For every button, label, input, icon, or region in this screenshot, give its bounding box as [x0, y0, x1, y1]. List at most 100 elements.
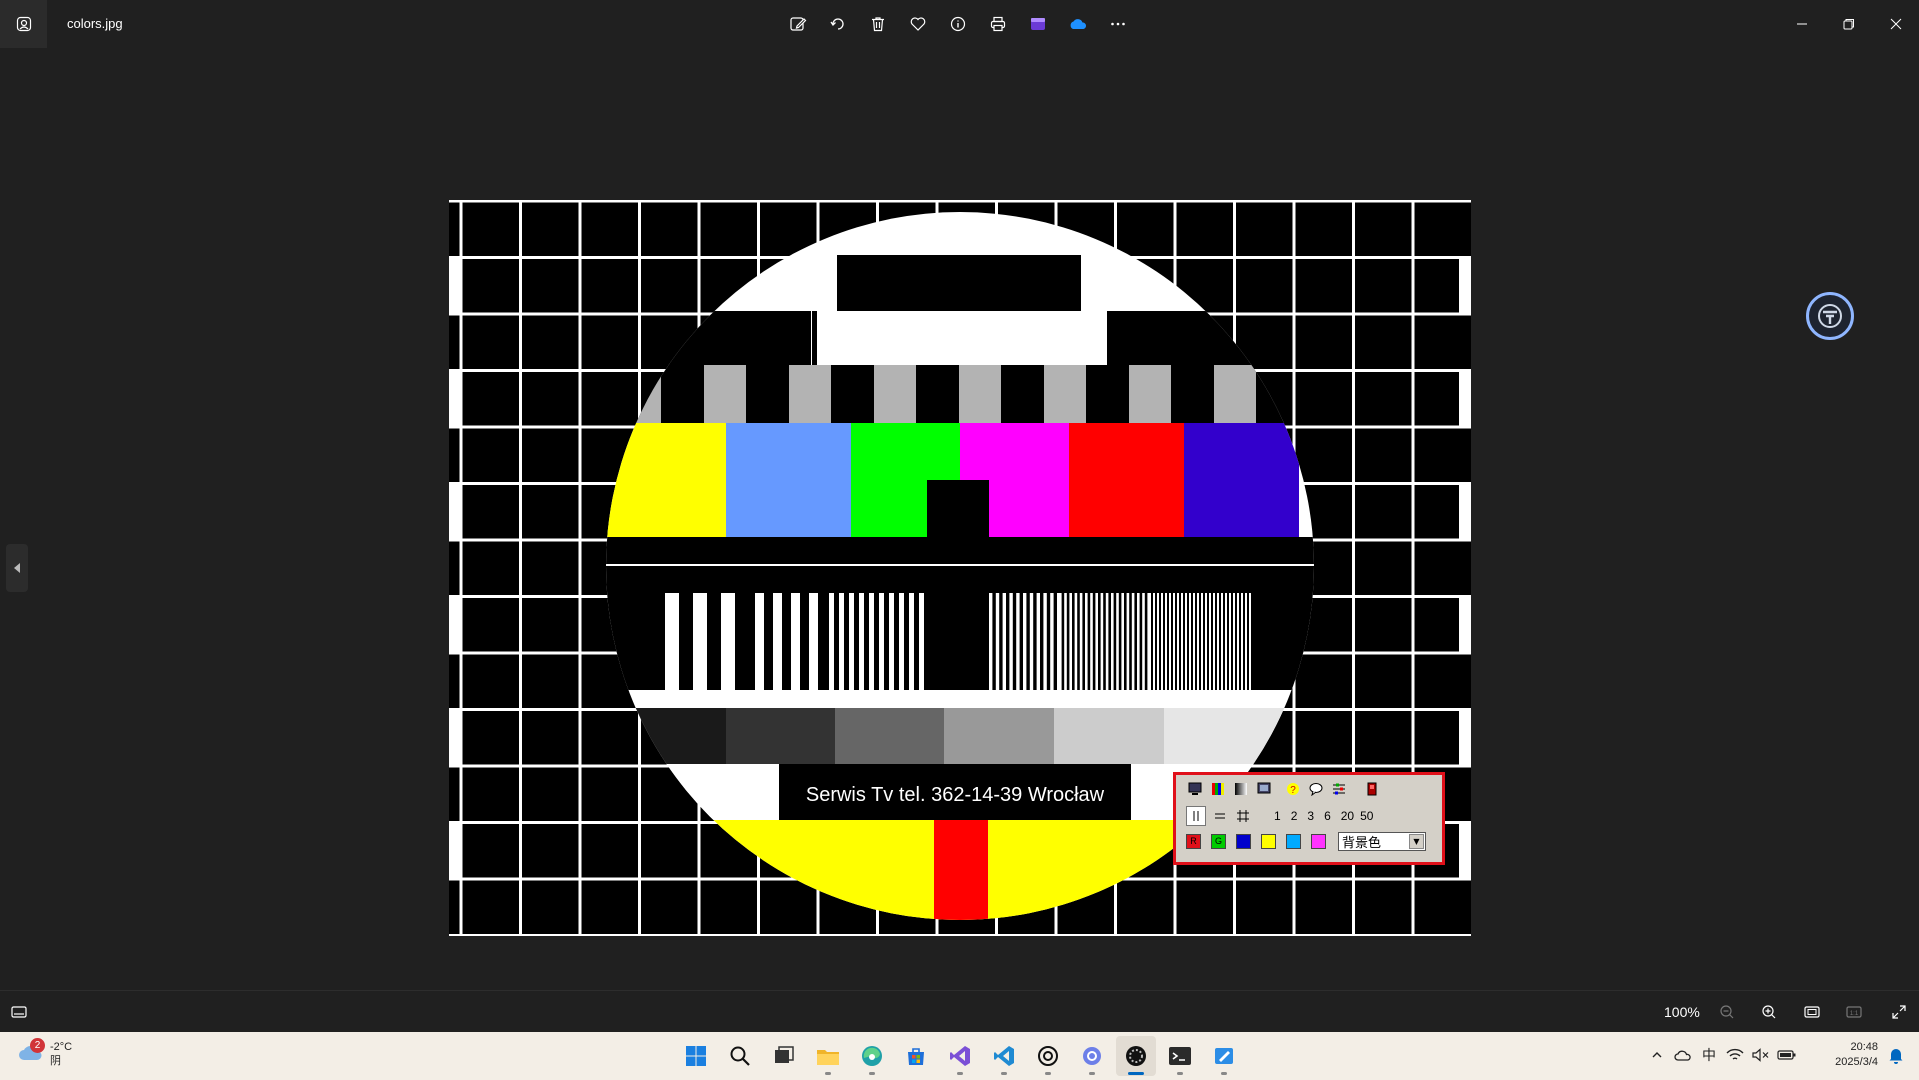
more-icon[interactable]: [1100, 6, 1136, 42]
zoom-in-icon[interactable]: [1757, 1000, 1781, 1024]
grating-line: [1064, 593, 1067, 708]
system-clock[interactable]: 20:48 2025/3/4: [1824, 1040, 1878, 1070]
wifi-icon[interactable]: [1724, 1044, 1746, 1066]
grating-line: [1221, 593, 1223, 708]
microsoft-store-icon[interactable]: [896, 1036, 936, 1076]
vertical-lines-icon[interactable]: [1186, 806, 1206, 826]
gradient-icon[interactable]: [1232, 780, 1250, 798]
info-icon[interactable]: [940, 6, 976, 42]
show-hidden-icons-chevron-icon[interactable]: [1646, 1044, 1668, 1066]
horizontal-lines-icon[interactable]: [1211, 807, 1229, 825]
grating-line: [1059, 593, 1062, 708]
grating-line: [1177, 593, 1179, 708]
swatch-magenta[interactable]: [1311, 833, 1326, 849]
background-color-select[interactable]: 背景色 ▼: [1338, 831, 1426, 851]
grating-line: [1111, 593, 1114, 708]
image-canvas: Serwis Tv tel. 362-14-39 Wrocław ? 1 2 3…: [0, 48, 1919, 990]
search-icon[interactable]: [720, 1036, 760, 1076]
notification-bell-icon[interactable]: [1888, 1046, 1904, 1069]
chatgpt-icon[interactable]: [1028, 1036, 1068, 1076]
grating-line: [1169, 593, 1171, 708]
onedrive-cloud-icon[interactable]: [1060, 6, 1096, 42]
previous-image-button[interactable]: [6, 544, 28, 592]
vscode-icon[interactable]: [984, 1036, 1024, 1076]
checker-gray-block: [1214, 365, 1256, 423]
swatch-cyan[interactable]: [1286, 833, 1301, 849]
visual-studio-icon[interactable]: [940, 1036, 980, 1076]
clock-time: 20:48: [1850, 1041, 1878, 1053]
grating-line: [1090, 593, 1093, 708]
edit-image-icon[interactable]: [780, 6, 816, 42]
swatch-red[interactable]: R: [1186, 833, 1201, 849]
grating-line: [1069, 593, 1072, 708]
zoom-level[interactable]: 100%: [1664, 1004, 1700, 1020]
speech-bubble-icon[interactable]: [1307, 780, 1325, 798]
photos-app-taskbar-icon[interactable]: [1116, 1036, 1156, 1076]
terminal-icon[interactable]: [1160, 1036, 1200, 1076]
grating-line: [1217, 593, 1219, 708]
favorite-heart-icon[interactable]: [900, 6, 936, 42]
fullscreen-icon[interactable]: [1887, 1000, 1911, 1024]
grating-line: [693, 593, 707, 708]
floating-assistant-icon[interactable]: [1806, 292, 1854, 340]
grid-lines-icon[interactable]: [1234, 807, 1252, 825]
grating-line: [773, 593, 782, 708]
battery-icon[interactable]: [1776, 1044, 1798, 1066]
line-width-50[interactable]: 50: [1360, 809, 1373, 823]
exit-icon[interactable]: [1363, 780, 1381, 798]
monitor-icon[interactable]: [1186, 780, 1204, 798]
help-icon[interactable]: ?: [1284, 780, 1302, 798]
rotate-icon[interactable]: [820, 6, 856, 42]
speaker-muted-icon[interactable]: [1750, 1044, 1772, 1066]
line-width-3[interactable]: 3: [1307, 809, 1314, 823]
close-icon[interactable]: [1872, 0, 1919, 48]
checker-gray-block: [1129, 365, 1171, 423]
screen-icon[interactable]: [1255, 780, 1273, 798]
settings-sliders-icon[interactable]: [1330, 780, 1348, 798]
line-width-1[interactable]: 1: [1274, 809, 1281, 823]
paint-icon[interactable]: [1204, 1036, 1244, 1076]
edge-marker: [1459, 710, 1471, 766]
line-width-20[interactable]: 20: [1341, 809, 1354, 823]
checker-gray-block: [789, 365, 831, 423]
file-explorer-icon[interactable]: [808, 1036, 848, 1076]
checker-gray-block: [1044, 365, 1086, 423]
fit-to-window-icon[interactable]: [1800, 1000, 1824, 1024]
grating-line: [1029, 593, 1034, 708]
photos-app-icon[interactable]: [0, 0, 47, 48]
chevron-down-icon[interactable]: ▼: [1409, 833, 1424, 849]
minimize-icon[interactable]: [1778, 0, 1825, 48]
input-method-indicator[interactable]: 中: [1698, 1044, 1720, 1066]
task-view-icon[interactable]: [764, 1036, 804, 1076]
grating-line: [1079, 593, 1083, 708]
line-width-2[interactable]: 2: [1291, 809, 1298, 823]
windows-start-icon[interactable]: [676, 1036, 716, 1076]
grating-line: [1116, 593, 1119, 708]
weather-widget[interactable]: 2 -2°C 阴: [16, 1037, 72, 1068]
restore-icon[interactable]: [1825, 0, 1872, 48]
delete-icon[interactable]: [860, 6, 896, 42]
edge-browser-icon[interactable]: [852, 1036, 892, 1076]
color-bars-icon[interactable]: [1209, 780, 1227, 798]
swatch-blue[interactable]: [1236, 833, 1251, 849]
grating-line: [1085, 593, 1088, 708]
actual-size-icon[interactable]: 1:1: [1842, 1000, 1866, 1024]
print-icon[interactable]: [980, 6, 1016, 42]
zoom-out-icon[interactable]: [1715, 1000, 1739, 1024]
grating-line: [1189, 593, 1191, 708]
clipchamp-icon[interactable]: [1020, 6, 1056, 42]
onedrive-sync-icon[interactable]: [1672, 1044, 1694, 1066]
grating-line: [1157, 593, 1159, 708]
swatch-yellow[interactable]: [1261, 833, 1276, 849]
line-width-6[interactable]: 6: [1324, 809, 1331, 823]
copilot-icon[interactable]: [1072, 1036, 1112, 1076]
weather-cloud-icon: 2: [16, 1037, 45, 1068]
grating-line: [1043, 593, 1047, 708]
edge-marker: [1459, 371, 1471, 427]
swatch-green[interactable]: G: [1211, 833, 1226, 849]
weather-condition: 阴: [50, 1055, 61, 1067]
grating-line: [919, 593, 924, 708]
filmstrip-toggle-icon[interactable]: [7, 1000, 31, 1024]
grating-line: [1213, 593, 1215, 708]
grating-line: [1185, 593, 1187, 708]
